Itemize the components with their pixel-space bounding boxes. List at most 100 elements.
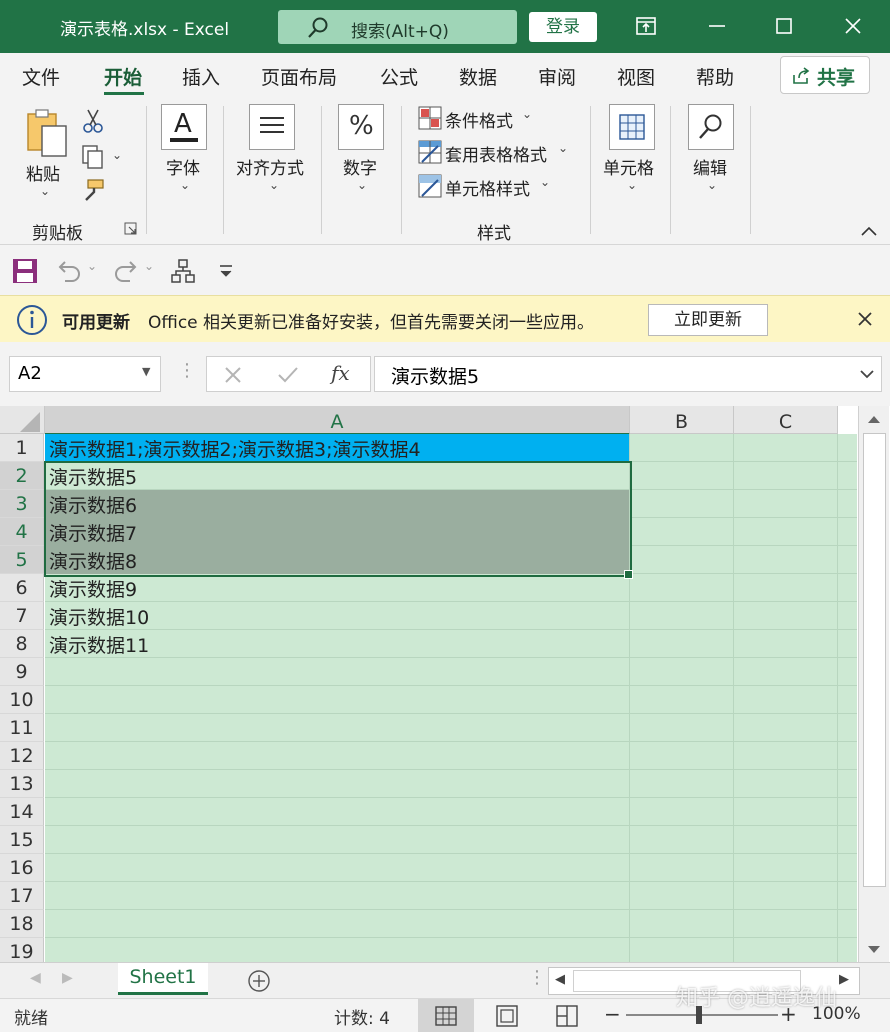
row-header-4[interactable]: 4 <box>0 518 44 546</box>
column-header-b[interactable]: B <box>630 406 734 434</box>
tab-splitter-icon[interactable]: ⋮ <box>528 967 546 988</box>
cell-style-icon[interactable] <box>418 174 442 198</box>
conditional-format-label[interactable]: 条件格式 <box>445 107 513 132</box>
sheet-tab-sheet1[interactable]: Sheet1 <box>118 963 208 995</box>
page-break-view-icon[interactable] <box>556 1005 578 1027</box>
enter-icon[interactable] <box>277 365 299 385</box>
table-format-icon[interactable] <box>418 140 442 164</box>
maximize-icon[interactable] <box>771 13 797 39</box>
name-box[interactable]: A2 ▼ <box>9 356 161 392</box>
scroll-down-icon[interactable] <box>866 943 882 957</box>
dismiss-icon[interactable] <box>856 310 874 328</box>
next-sheet-icon[interactable]: ▶ <box>62 970 73 986</box>
cell-style-label[interactable]: 单元格样式 <box>445 175 530 200</box>
cell-a2[interactable]: 演示数据5 <box>45 462 629 490</box>
expand-formula-icon[interactable] <box>859 368 875 380</box>
edit-chevron-icon[interactable]: ⌄ <box>707 178 717 192</box>
row-header-15[interactable]: 15 <box>0 826 44 854</box>
cell-a3[interactable]: 演示数据6 <box>45 490 629 518</box>
cell-style-chevron-icon[interactable]: ⌄ <box>540 175 550 189</box>
cells-chevron-icon[interactable]: ⌄ <box>627 178 637 192</box>
save-icon[interactable] <box>12 258 38 284</box>
copy-chevron-icon[interactable]: ⌄ <box>112 148 122 162</box>
undo-icon[interactable] <box>56 259 82 283</box>
scroll-left-icon[interactable]: ◀ <box>555 972 565 987</box>
column-header-a[interactable]: A <box>45 406 630 435</box>
collapse-ribbon-icon[interactable] <box>860 224 878 238</box>
normal-view-button[interactable] <box>418 999 474 1032</box>
minimize-icon[interactable] <box>704 13 730 39</box>
scroll-up-icon[interactable] <box>866 412 882 426</box>
share-button[interactable]: 共享 <box>780 56 870 94</box>
row-header-7[interactable]: 7 <box>0 602 44 630</box>
font-chevron-icon[interactable]: ⌄ <box>180 178 190 192</box>
cancel-icon[interactable] <box>223 365 243 385</box>
vertical-scrollbar[interactable] <box>858 406 889 962</box>
redo-chevron-icon[interactable]: ⌄ <box>144 259 154 273</box>
row-header-5[interactable]: 5 <box>0 546 44 574</box>
worksheet-grid[interactable]: A B C 1 2 3 4 5 6 7 8 9 10 11 12 13 14 15 16 17 18 19 演示数据… <box>0 406 890 962</box>
zoom-slider[interactable] <box>626 1014 778 1016</box>
row-header-2[interactable]: 2 <box>0 462 44 490</box>
redo-icon[interactable] <box>113 259 139 283</box>
tab-file[interactable]: 文件 <box>22 63 60 90</box>
scroll-right-icon[interactable]: ▶ <box>839 972 849 987</box>
font-icon[interactable]: A <box>161 104 207 150</box>
row-header-3[interactable]: 3 <box>0 490 44 518</box>
search-box[interactable]: 搜索(Alt+Q) <box>278 10 517 44</box>
row-header-13[interactable]: 13 <box>0 770 44 798</box>
add-sheet-icon[interactable] <box>247 969 271 993</box>
undo-chevron-icon[interactable]: ⌄ <box>87 259 97 273</box>
number-chevron-icon[interactable]: ⌄ <box>357 178 367 192</box>
table-format-chevron-icon[interactable]: ⌄ <box>558 141 568 155</box>
row-header-6[interactable]: 6 <box>0 574 44 602</box>
login-button[interactable]: 登录 <box>529 12 597 42</box>
tab-home[interactable]: 开始 <box>104 63 142 90</box>
row-header-14[interactable]: 14 <box>0 798 44 826</box>
align-icon[interactable] <box>249 104 295 150</box>
page-layout-view-icon[interactable] <box>496 1005 518 1027</box>
column-header-c[interactable]: C <box>734 406 838 434</box>
format-painter-icon[interactable] <box>80 178 106 204</box>
tab-help[interactable]: 帮助 <box>696 63 734 90</box>
row-header-11[interactable]: 11 <box>0 714 44 742</box>
row-header-17[interactable]: 17 <box>0 882 44 910</box>
tab-review[interactable]: 审阅 <box>538 63 576 90</box>
cell-a7[interactable]: 演示数据10 <box>45 602 629 630</box>
close-icon[interactable] <box>840 13 866 39</box>
paste-chevron-icon[interactable]: ⌄ <box>40 184 50 198</box>
align-chevron-icon[interactable]: ⌄ <box>269 178 279 192</box>
cell-a4[interactable]: 演示数据7 <box>45 518 629 546</box>
edit-icon[interactable] <box>688 104 734 150</box>
flowchart-icon[interactable] <box>170 258 196 284</box>
percent-icon[interactable]: % <box>338 104 384 150</box>
restore-ribbon-icon[interactable] <box>633 13 659 39</box>
row-header-8[interactable]: 8 <box>0 630 44 658</box>
tab-view[interactable]: 视图 <box>617 63 655 90</box>
dialog-launcher-icon[interactable] <box>124 222 138 236</box>
select-all-button[interactable] <box>0 406 45 434</box>
prev-sheet-icon[interactable]: ◀ <box>30 970 41 986</box>
update-now-button[interactable]: 立即更新 <box>648 304 768 336</box>
tab-page-layout[interactable]: 页面布局 <box>261 63 337 90</box>
insert-function-icon[interactable]: fx <box>331 361 350 385</box>
cell-a5[interactable]: 演示数据8 <box>45 546 629 574</box>
row-header-12[interactable]: 12 <box>0 742 44 770</box>
formula-input[interactable]: 演示数据5 <box>374 356 882 392</box>
customize-qat-icon[interactable] <box>218 263 234 279</box>
cell-a8[interactable]: 演示数据11 <box>45 630 629 658</box>
scroll-thumb[interactable] <box>863 433 886 887</box>
zoom-out-icon[interactable]: − <box>604 1002 621 1026</box>
scissors-icon[interactable] <box>82 108 104 134</box>
copy-icon[interactable] <box>80 144 106 170</box>
row-header-10[interactable]: 10 <box>0 686 44 714</box>
row-header-9[interactable]: 9 <box>0 658 44 686</box>
cell-a6[interactable]: 演示数据9 <box>45 574 629 602</box>
paste-icon[interactable] <box>24 108 70 158</box>
name-box-dropdown-icon[interactable]: ▼ <box>142 365 150 378</box>
row-header-16[interactable]: 16 <box>0 854 44 882</box>
table-format-label[interactable]: 套用表格格式 <box>445 141 547 166</box>
conditional-format-chevron-icon[interactable]: ⌄ <box>522 107 532 121</box>
cell-a1[interactable]: 演示数据1;演示数据2;演示数据3;演示数据4 <box>45 434 629 462</box>
tab-insert[interactable]: 插入 <box>182 63 220 90</box>
